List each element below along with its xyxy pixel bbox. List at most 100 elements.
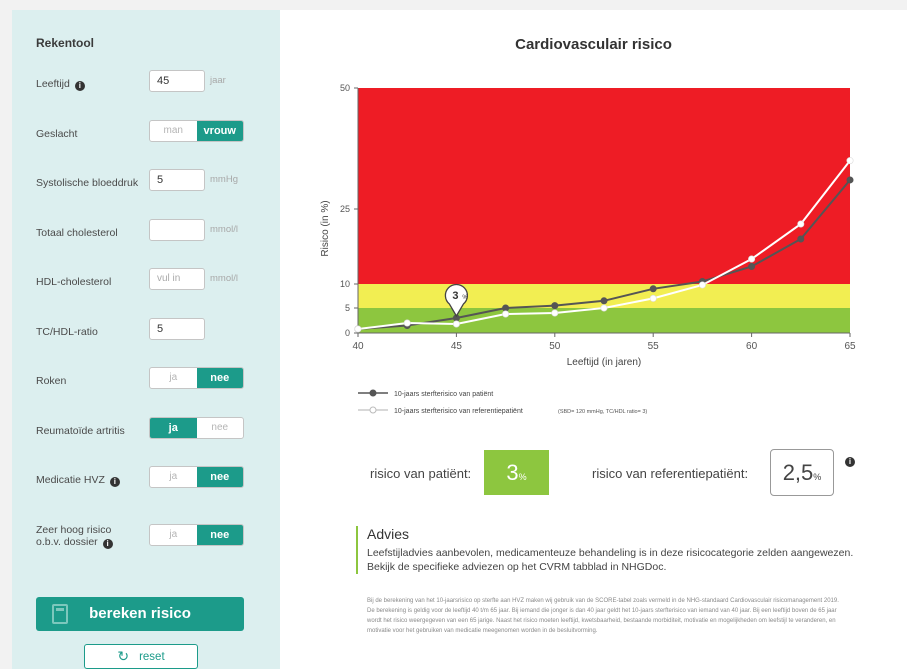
data-point bbox=[502, 310, 510, 318]
roken-option-nee[interactable]: nee bbox=[196, 368, 243, 388]
zeer-hoog-option-nee[interactable]: nee bbox=[196, 525, 243, 545]
data-point bbox=[797, 220, 805, 228]
systolisch-unit: mmHg bbox=[210, 174, 238, 185]
advies-text: Leefstijladvies aanbevolen, medicamenteu… bbox=[367, 547, 854, 573]
row-systolisch: Systolische bloeddruk 5 mmHg bbox=[12, 169, 280, 199]
data-point bbox=[846, 157, 854, 165]
row-ratio: TC/HDL-ratio 5 bbox=[12, 318, 280, 348]
reset-label: reset bbox=[139, 651, 165, 663]
reuma-option-nee[interactable]: nee bbox=[197, 418, 244, 438]
medicatie-option-ja[interactable]: ja bbox=[150, 467, 197, 487]
marker-label: 3 bbox=[452, 290, 458, 302]
row-roken: Roken ja nee bbox=[12, 367, 280, 397]
geslacht-option-vrouw[interactable]: vrouw bbox=[196, 121, 243, 141]
reset-icon: ↻ bbox=[117, 648, 130, 664]
risico-ref-label: risico van referentiepatiënt: bbox=[592, 466, 749, 481]
row-totaal-cholesterol: Totaal cholesterol mmol/l bbox=[12, 219, 280, 249]
data-point bbox=[698, 281, 706, 289]
geslacht-toggle: man vrouw bbox=[149, 120, 244, 142]
y-tick-label: 5 bbox=[345, 303, 350, 313]
leeftijd-label: Leeftijd i bbox=[36, 78, 85, 91]
ratio-label: TC/HDL-ratio bbox=[36, 326, 98, 338]
data-point bbox=[452, 320, 460, 328]
y-tick-label: 50 bbox=[340, 83, 350, 93]
row-geslacht: Geslacht man vrouw bbox=[12, 120, 280, 150]
reuma-toggle: ja nee bbox=[149, 417, 244, 439]
leeftijd-input[interactable]: 45 bbox=[149, 70, 205, 92]
medicatie-label: Medicatie HVZ i bbox=[36, 474, 120, 487]
data-point bbox=[649, 294, 657, 302]
sidebar-title: Rekentool bbox=[36, 36, 95, 50]
geslacht-label: Geslacht bbox=[36, 128, 78, 140]
totaal-cholesterol-label: Totaal cholesterol bbox=[36, 227, 118, 239]
legend-dot-0 bbox=[369, 389, 377, 397]
ref-info-icon[interactable]: i bbox=[840, 450, 855, 468]
y-tick-label: 0 bbox=[345, 328, 350, 338]
totaal-cholesterol-input[interactable] bbox=[149, 219, 205, 241]
x-tick-label: 40 bbox=[352, 341, 364, 352]
y-tick-label: 10 bbox=[340, 279, 350, 289]
risk-band-2 bbox=[358, 284, 850, 308]
risk-band-3 bbox=[358, 88, 850, 284]
medicatie-option-nee[interactable]: nee bbox=[196, 467, 243, 487]
legend-dot-1 bbox=[369, 406, 377, 414]
reuma-option-ja[interactable]: ja bbox=[150, 418, 197, 438]
data-point bbox=[502, 304, 510, 312]
x-tick-label: 65 bbox=[844, 341, 856, 352]
data-point bbox=[748, 255, 756, 263]
data-point bbox=[551, 309, 559, 317]
calculator-icon bbox=[52, 604, 68, 624]
x-tick-label: 60 bbox=[746, 341, 758, 352]
leeftijd-unit: jaar bbox=[210, 75, 226, 86]
x-tick-label: 50 bbox=[549, 341, 561, 352]
medicatie-toggle: ja nee bbox=[149, 466, 244, 488]
roken-toggle: ja nee bbox=[149, 367, 244, 389]
marker-unit: % bbox=[462, 295, 468, 301]
systolisch-label: Systolische bloeddruk bbox=[36, 177, 139, 189]
advies-title: Advies bbox=[367, 526, 410, 542]
x-tick-label: 55 bbox=[648, 341, 660, 352]
systolisch-input[interactable]: 5 bbox=[149, 169, 205, 191]
bereken-risico-label: bereken risico bbox=[89, 605, 191, 622]
totaal-cholesterol-unit: mmol/l bbox=[210, 224, 238, 235]
data-point bbox=[600, 304, 608, 312]
reuma-label: Reumatoïde artritis bbox=[36, 425, 125, 437]
hdl-input[interactable]: vul in bbox=[149, 268, 205, 290]
row-medicatie: Medicatie HVZ i ja nee bbox=[12, 466, 280, 496]
data-point bbox=[649, 285, 657, 293]
info-icon[interactable]: i bbox=[109, 477, 120, 487]
roken-label: Roken bbox=[36, 375, 67, 387]
risico-patient-label: risico van patiënt: bbox=[370, 466, 472, 481]
x-tick-label: 45 bbox=[451, 341, 463, 352]
hdl-label: HDL-cholesterol bbox=[36, 276, 112, 288]
main-panel: Cardiovasculair risico 0 5 10 25 50 40 45 50 55 6… bbox=[280, 10, 907, 669]
data-point bbox=[797, 235, 805, 243]
legend-label-1: 10-jaars sterfterisico van referentiepat… bbox=[394, 408, 523, 415]
info-icon[interactable]: i bbox=[74, 81, 85, 91]
data-point bbox=[551, 302, 559, 310]
data-point bbox=[354, 325, 362, 333]
data-point bbox=[403, 319, 411, 327]
roken-option-ja[interactable]: ja bbox=[150, 368, 197, 388]
risico-ref-value: 2,5% bbox=[770, 449, 834, 496]
row-zeer-hoog: Zeer hoog risico o.b.v. dossier i ja nee bbox=[12, 524, 280, 560]
hdl-unit: mmol/l bbox=[210, 273, 238, 284]
data-point bbox=[748, 263, 756, 271]
advies-section: Advies Leefstijladvies aanbevolen, medic… bbox=[356, 526, 876, 574]
legend-label-0: 10-jaars sterfterisico van patiënt bbox=[394, 391, 493, 398]
x-axis-label: Leeftijd (in jaren) bbox=[567, 357, 641, 368]
geslacht-option-man[interactable]: man bbox=[150, 121, 197, 141]
ratio-input[interactable]: 5 bbox=[149, 318, 205, 340]
row-leeftijd: Leeftijd i 45 jaar bbox=[12, 70, 280, 100]
info-icon[interactable]: i bbox=[102, 539, 113, 549]
risk-chart: 0 5 10 25 50 40 45 50 55 60 65 Leeftijd (in jaren) R… bbox=[320, 83, 856, 415]
bereken-risico-button[interactable]: bereken risico bbox=[36, 597, 244, 631]
zeer-hoog-option-ja[interactable]: ja bbox=[150, 525, 197, 545]
legend-note: (SBD= 120 mmHg, TC/HDL ratio= 3) bbox=[558, 409, 647, 415]
sidebar-form: Rekentool Leeftijd i 45 jaar Geslacht man… bbox=[12, 10, 280, 669]
data-point bbox=[846, 176, 854, 184]
row-hdl: HDL-cholesterol vul in mmol/l bbox=[12, 268, 280, 298]
y-axis-label: Risico (in %) bbox=[320, 200, 331, 256]
reset-button[interactable]: ↻ reset bbox=[84, 644, 198, 669]
row-reuma: Reumatoïde artritis ja nee bbox=[12, 417, 280, 447]
